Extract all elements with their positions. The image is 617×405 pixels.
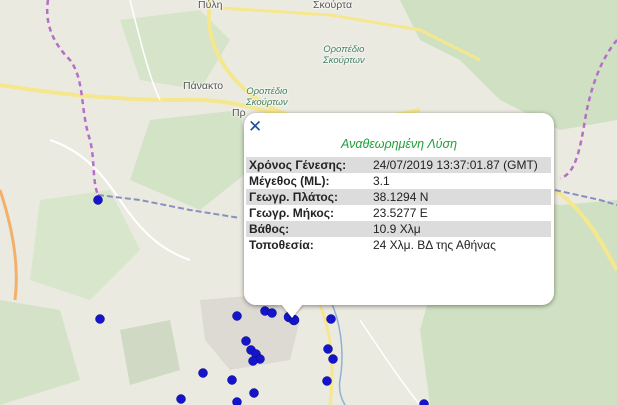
- earthquake-marker: [198, 368, 208, 378]
- info-row-depth: Βάθος: 10.9 Χλμ: [246, 221, 551, 237]
- earthquake-marker: [248, 356, 258, 366]
- info-row-longitude: Γεωγρ. Μήκος: 23.5277 E: [246, 205, 551, 221]
- info-label: Μέγεθος (ML):: [249, 174, 330, 188]
- info-row-location: Τοποθεσία: 24 Χλμ. ΒΔ της Αθήνας: [246, 237, 551, 253]
- earthquake-marker: [322, 376, 332, 386]
- earthquake-marker: [95, 314, 105, 324]
- earthquake-marker: [323, 344, 333, 354]
- info-label: Τοποθεσία:: [249, 238, 314, 252]
- popup-title: Αναθεωρημένη Λύση: [340, 137, 458, 151]
- earthquake-marker: [267, 308, 277, 318]
- earthquake-marker: [326, 314, 336, 324]
- popup-pointer: [281, 304, 303, 318]
- plateau-label: Οροπέδιο Σκούρτων: [323, 44, 365, 66]
- place-label-pyli: Πύλη: [198, 0, 223, 11]
- plateau-label-line2: Σκούρτων: [323, 55, 365, 66]
- info-row-origin-time: Χρόνος Γένεσης: 24/07/2019 13:37:01.87 (…: [246, 157, 551, 173]
- earthquake-marker: [93, 195, 103, 205]
- close-icon[interactable]: ✕: [248, 118, 262, 136]
- plateau-label-line1: Οροπέδιο: [246, 86, 288, 97]
- info-value: 24 Χλμ. ΒΔ της Αθήνας: [373, 238, 496, 252]
- info-label: Βάθος:: [246, 221, 370, 237]
- earthquake-marker: [328, 354, 338, 364]
- info-value: 38.1294 N: [370, 189, 551, 205]
- info-label: Γεωγρ. Μήκος:: [249, 206, 334, 220]
- earthquake-marker: [176, 394, 186, 404]
- place-label-pro: Πρ: [232, 107, 246, 119]
- info-value: 10.9 Χλμ: [370, 221, 551, 237]
- info-value: 24/07/2019 13:37:01.87 (GMT): [370, 157, 551, 173]
- earthquake-marker: [232, 397, 242, 405]
- info-label: Γεωγρ. Πλάτος:: [246, 189, 370, 205]
- info-row-latitude: Γεωγρ. Πλάτος: 38.1294 N: [246, 189, 551, 205]
- earthquake-info-table: Χρόνος Γένεσης: 24/07/2019 13:37:01.87 (…: [246, 157, 551, 253]
- earthquake-marker: [249, 388, 259, 398]
- info-value: 23.5277 E: [373, 206, 428, 220]
- info-row-magnitude: Μέγεθος (ML): 3.1: [246, 173, 551, 189]
- plateau-label: Οροπέδιο Σκούρτων: [246, 86, 288, 108]
- earthquake-marker: [227, 375, 237, 385]
- place-label-panakto: Πάνακτο: [183, 80, 224, 92]
- info-value: 3.1: [373, 174, 390, 188]
- place-label-skourta: Σκούρτα: [313, 0, 353, 11]
- plateau-label-line1: Οροπέδιο: [323, 44, 365, 55]
- info-label: Χρόνος Γένεσης:: [246, 157, 370, 173]
- earthquake-marker: [241, 336, 251, 346]
- earthquake-marker: [232, 311, 242, 321]
- plateau-label-line2: Σκούρτων: [246, 97, 288, 108]
